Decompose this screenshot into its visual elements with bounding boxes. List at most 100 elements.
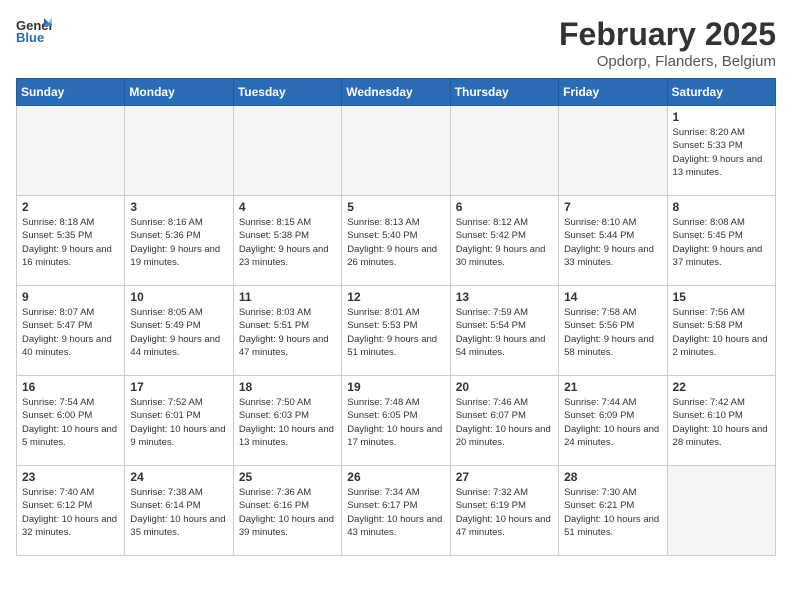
calendar-cell: 22Sunrise: 7:42 AMSunset: 6:10 PMDayligh… [667,376,775,466]
calendar-cell: 8 Sunrise: 8:08 AMSunset: 5:45 PMDaylight… [667,196,775,286]
day-info: Sunrise: 7:42 AMSunset: 6:10 PMDaylight:… [673,396,770,449]
logo: General Blue [16,16,52,51]
weekday-header-sunday: Sunday [17,79,125,106]
day-info: Sunrise: 8:01 AMSunset: 5:53 PMDaylight:… [347,306,444,359]
day-number: 24 [130,470,227,484]
calendar-cell: 17 Sunrise: 7:52 AMSunset: 6:01 PMDayligh… [125,376,233,466]
day-info: Sunrise: 7:40 AMSunset: 6:12 PMDaylight:… [22,486,119,539]
day-info: Sunrise: 7:30 AMSunset: 6:21 PMDaylight:… [564,486,661,539]
day-info: Sunrise: 8:08 AMSunset: 5:45 PMDaylight:… [673,216,770,269]
day-info: Sunrise: 8:10 AMSunset: 5:44 PMDaylight:… [564,216,661,269]
day-info: Sunrise: 8:05 AMSunset: 5:49 PMDaylight:… [130,306,227,359]
day-info: Sunrise: 7:32 AMSunset: 6:19 PMDaylight:… [456,486,553,539]
calendar-cell: 9 Sunrise: 8:07 AMSunset: 5:47 PMDaylight… [17,286,125,376]
day-number: 15 [673,290,770,304]
calendar-cell: 7 Sunrise: 8:10 AMSunset: 5:44 PMDaylight… [559,196,667,286]
calendar-cell: 15 Sunrise: 7:56 AMSunset: 5:58 PMDayligh… [667,286,775,376]
calendar-table: SundayMondayTuesdayWednesdayThursdayFrid… [16,78,776,556]
day-info: Sunrise: 8:16 AMSunset: 5:36 PMDaylight:… [130,216,227,269]
day-number: 4 [239,200,336,214]
day-info: Sunrise: 7:54 AMSunset: 6:00 PMDaylight:… [22,396,119,449]
day-number: 12 [347,290,444,304]
day-info: Sunrise: 8:15 AMSunset: 5:38 PMDaylight:… [239,216,336,269]
day-info: Sunrise: 8:07 AMSunset: 5:47 PMDaylight:… [22,306,119,359]
day-number: 9 [22,290,119,304]
calendar-cell: 11 Sunrise: 8:03 AMSunset: 5:51 PMDayligh… [233,286,341,376]
calendar-cell: 16 Sunrise: 7:54 AMSunset: 6:00 PMDayligh… [17,376,125,466]
day-number: 19 [347,380,444,394]
weekday-header-saturday: Saturday [667,79,775,106]
day-number: 2 [22,200,119,214]
day-number: 20 [456,380,553,394]
calendar-cell: 5Sunrise: 8:13 AMSunset: 5:40 PMDaylight… [342,196,450,286]
calendar-cell [450,106,558,196]
day-info: Sunrise: 8:03 AMSunset: 5:51 PMDaylight:… [239,306,336,359]
title-area: February 2025 Opdorp, Flanders, Belgium [559,16,776,70]
calendar-cell: 26Sunrise: 7:34 AMSunset: 6:17 PMDayligh… [342,466,450,556]
week-row-1: 1 Sunrise: 8:20 AMSunset: 5:33 PMDaylight… [17,106,776,196]
week-row-5: 23 Sunrise: 7:40 AMSunset: 6:12 PMDayligh… [17,466,776,556]
day-info: Sunrise: 7:56 AMSunset: 5:58 PMDaylight:… [673,306,770,359]
weekday-header-thursday: Thursday [450,79,558,106]
calendar-cell [667,466,775,556]
calendar-cell [559,106,667,196]
day-number: 1 [673,110,770,124]
day-number: 27 [456,470,553,484]
day-info: Sunrise: 7:59 AMSunset: 5:54 PMDaylight:… [456,306,553,359]
day-number: 8 [673,200,770,214]
day-number: 16 [22,380,119,394]
calendar-cell: 24 Sunrise: 7:38 AMSunset: 6:14 PMDayligh… [125,466,233,556]
day-number: 21 [564,380,661,394]
day-number: 13 [456,290,553,304]
day-info: Sunrise: 7:44 AMSunset: 6:09 PMDaylight:… [564,396,661,449]
calendar-cell: 19Sunrise: 7:48 AMSunset: 6:05 PMDayligh… [342,376,450,466]
calendar-cell: 27 Sunrise: 7:32 AMSunset: 6:19 PMDayligh… [450,466,558,556]
day-info: Sunrise: 7:38 AMSunset: 6:14 PMDaylight:… [130,486,227,539]
day-number: 6 [456,200,553,214]
calendar-cell: 2 Sunrise: 8:18 AMSunset: 5:35 PMDaylight… [17,196,125,286]
day-number: 18 [239,380,336,394]
calendar-cell [342,106,450,196]
calendar-cell: 20 Sunrise: 7:46 AMSunset: 6:07 PMDayligh… [450,376,558,466]
week-row-4: 16 Sunrise: 7:54 AMSunset: 6:00 PMDayligh… [17,376,776,466]
calendar-cell [233,106,341,196]
calendar-cell: 12 Sunrise: 8:01 AMSunset: 5:53 PMDayligh… [342,286,450,376]
day-info: Sunrise: 7:52 AMSunset: 6:01 PMDaylight:… [130,396,227,449]
weekday-header-tuesday: Tuesday [233,79,341,106]
calendar-cell: 21 Sunrise: 7:44 AMSunset: 6:09 PMDayligh… [559,376,667,466]
weekday-header-friday: Friday [559,79,667,106]
day-number: 3 [130,200,227,214]
day-number: 10 [130,290,227,304]
day-number: 14 [564,290,661,304]
day-info: Sunrise: 8:18 AMSunset: 5:35 PMDaylight:… [22,216,119,269]
weekday-header-monday: Monday [125,79,233,106]
calendar-cell: 10 Sunrise: 8:05 AMSunset: 5:49 PMDayligh… [125,286,233,376]
svg-text:Blue: Blue [16,30,44,45]
month-title: February 2025 [559,16,776,53]
day-info: Sunrise: 7:36 AMSunset: 6:16 PMDaylight:… [239,486,336,539]
calendar-cell: 18 Sunrise: 7:50 AMSunset: 6:03 PMDayligh… [233,376,341,466]
week-row-3: 9 Sunrise: 8:07 AMSunset: 5:47 PMDaylight… [17,286,776,376]
day-info: Sunrise: 8:13 AMSunset: 5:40 PMDaylight:… [347,216,444,269]
day-info: Sunrise: 8:12 AMSunset: 5:42 PMDaylight:… [456,216,553,269]
day-info: Sunrise: 7:58 AMSunset: 5:56 PMDaylight:… [564,306,661,359]
day-info: Sunrise: 8:20 AMSunset: 5:33 PMDaylight:… [673,126,770,179]
calendar-cell: 23 Sunrise: 7:40 AMSunset: 6:12 PMDayligh… [17,466,125,556]
day-number: 11 [239,290,336,304]
day-number: 23 [22,470,119,484]
day-info: Sunrise: 7:46 AMSunset: 6:07 PMDaylight:… [456,396,553,449]
day-number: 7 [564,200,661,214]
day-number: 17 [130,380,227,394]
calendar-cell: 1 Sunrise: 8:20 AMSunset: 5:33 PMDaylight… [667,106,775,196]
calendar-cell [17,106,125,196]
calendar-cell: 6 Sunrise: 8:12 AMSunset: 5:42 PMDaylight… [450,196,558,286]
logo-icon: General Blue [16,16,52,51]
calendar-cell: 4 Sunrise: 8:15 AMSunset: 5:38 PMDaylight… [233,196,341,286]
location-title: Opdorp, Flanders, Belgium [559,53,776,70]
header: General Blue February 2025 Opdorp, Fland… [16,16,776,70]
calendar-cell [125,106,233,196]
day-info: Sunrise: 7:50 AMSunset: 6:03 PMDaylight:… [239,396,336,449]
day-info: Sunrise: 7:34 AMSunset: 6:17 PMDaylight:… [347,486,444,539]
calendar-cell: 13 Sunrise: 7:59 AMSunset: 5:54 PMDayligh… [450,286,558,376]
day-number: 25 [239,470,336,484]
